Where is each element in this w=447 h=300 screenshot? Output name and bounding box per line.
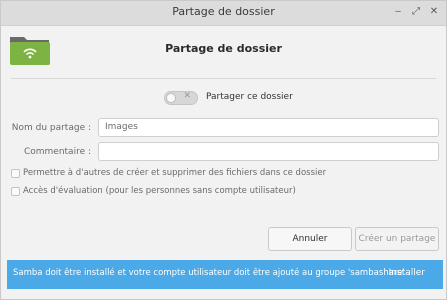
guest-access-label: Accès d'évaluation (pour les personnes s…: [23, 186, 296, 196]
toggle-knob: [166, 93, 176, 103]
info-bar: Samba doit être installé et votre compte…: [7, 260, 443, 289]
share-folder-label: Partager ce dossier: [206, 92, 293, 102]
toggle-off-icon: ✕: [183, 91, 191, 101]
share-name-label: Nom du partage :: [11, 123, 91, 133]
maximize-button[interactable]: ⤢: [409, 5, 423, 19]
create-share-button[interactable]: Créer un partage: [355, 227, 439, 251]
share-name-input[interactable]: Images: [98, 118, 439, 137]
info-message: Samba doit être installé et votre compte…: [13, 268, 411, 278]
allow-others-label: Permettre à d'autres de créer et supprim…: [23, 168, 327, 178]
guest-access-checkbox[interactable]: [11, 187, 20, 196]
cancel-button[interactable]: Annuler: [268, 227, 352, 251]
install-button[interactable]: Installer: [389, 268, 425, 278]
minimize-button[interactable]: ‒: [391, 5, 405, 19]
close-button[interactable]: ✕: [427, 5, 441, 19]
allow-others-checkbox[interactable]: [11, 169, 20, 178]
folder-sharing-dialog: Partage de dossier ‒ ⤢ ✕ Partage de doss…: [0, 0, 447, 300]
window-title: Partage de dossier: [172, 5, 275, 18]
comment-input[interactable]: [98, 142, 439, 161]
header-title: Partage de dossier: [165, 42, 282, 55]
share-folder-toggle[interactable]: ✕: [164, 91, 198, 105]
titlebar: Partage de dossier ‒ ⤢ ✕: [1, 1, 446, 26]
separator: [11, 78, 436, 79]
comment-label: Commentaire :: [23, 147, 91, 157]
